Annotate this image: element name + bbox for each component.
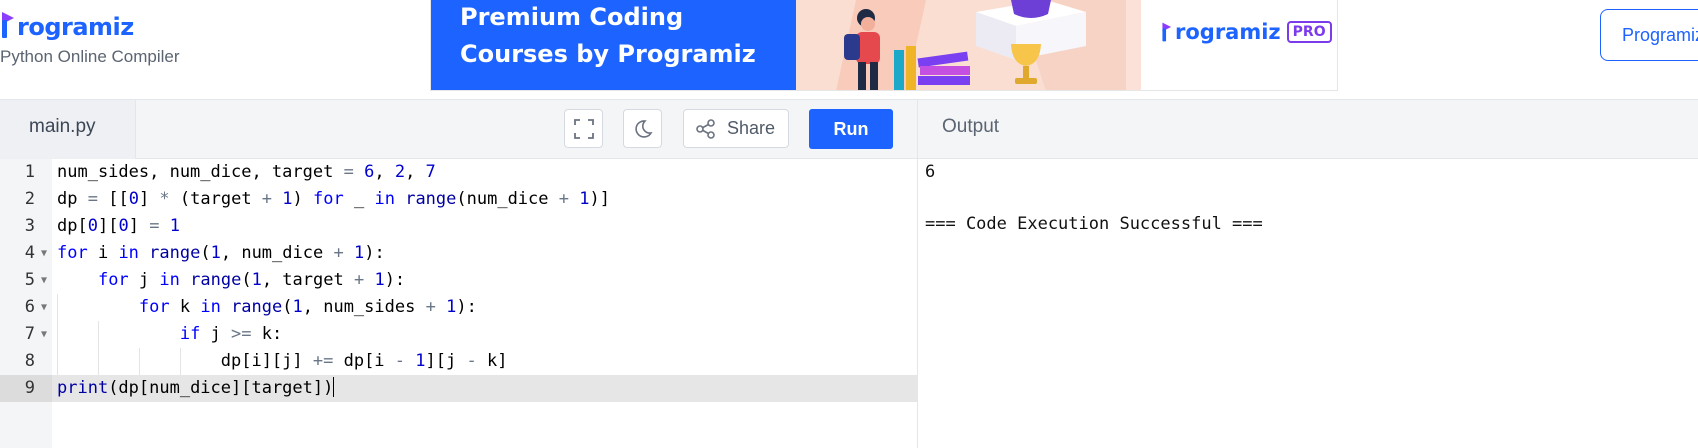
- banner-brand-panel: [1141, 0, 1337, 90]
- programiz-logo[interactable]: rogramiz: [0, 8, 134, 40]
- code-text: for j in range(1, target + 1):: [97, 270, 406, 290]
- fullscreen-button[interactable]: [564, 109, 603, 148]
- site-header: rogramiz Python Online Compiler Premium …: [0, 0, 1698, 100]
- code-line[interactable]: 6 ▼ for k in range(1, num_sides + 1):: [0, 294, 918, 321]
- code-text: for k in range(1, num_sides + 1):: [138, 297, 477, 317]
- banner-logo-mark-icon: [1162, 22, 1172, 42]
- code-line[interactable]: 3 dp[0][0] = 1: [0, 213, 918, 240]
- banner-headline-1: Premium Coding: [460, 3, 684, 31]
- tab-label: main.py: [29, 116, 96, 137]
- code-text: dp[i][j] += dp[i - 1][j - k]: [57, 351, 508, 371]
- code-line[interactable]: 2 dp = [[0] * (target + 1) for _ in rang…: [0, 186, 918, 213]
- code-line[interactable]: 8 dp[i][j] += dp[i - 1][j - k]: [0, 348, 918, 375]
- share-icon: [696, 118, 715, 139]
- code-line[interactable]: 7 ▼ if j >= k:: [0, 321, 918, 348]
- code-text: print(dp[num_dice][target]): [57, 377, 335, 398]
- line-number: 1: [24, 162, 35, 182]
- line-number: 6: [24, 297, 35, 317]
- code-line[interactable]: 5 ▼ for j in range(1, target + 1):: [0, 267, 918, 294]
- line-number: 9: [24, 378, 35, 398]
- fold-arrow-icon[interactable]: ▼: [41, 240, 47, 267]
- logo-mark-icon: [2, 12, 14, 38]
- fold-arrow-icon[interactable]: ▼: [41, 294, 47, 321]
- line-number: 2: [24, 189, 35, 209]
- editor-toolbar: main.py Share Run: [0, 100, 918, 159]
- fold-arrow-icon[interactable]: ▼: [41, 267, 47, 294]
- code-text: num_sides, num_dice, target = 6, 2, 7: [57, 162, 436, 182]
- banner-brand: rogramiz PRO: [1161, 20, 1332, 44]
- code-line[interactable]: 1 num_sides, num_dice, target = 6, 2, 7: [0, 159, 918, 186]
- code-text: dp[0][0] = 1: [57, 216, 180, 236]
- line-number: 7: [24, 324, 35, 344]
- share-button[interactable]: Share: [683, 109, 789, 148]
- line-number: 8: [24, 351, 35, 371]
- banner-brand-text: rogramiz: [1175, 20, 1281, 44]
- compiler-subtitle: Python Online Compiler: [0, 47, 180, 66]
- banner-illustration-icon: [796, 0, 1126, 90]
- theme-toggle-button[interactable]: [623, 109, 662, 148]
- promo-banner[interactable]: Premium Coding Courses by Programiz rogr…: [430, 0, 1338, 91]
- run-button[interactable]: Run: [809, 109, 893, 149]
- line-number: 4: [24, 243, 35, 263]
- output-title: Output: [942, 116, 1000, 137]
- programiz-pro-button[interactable]: Programiz: [1600, 9, 1698, 61]
- text-cursor: [333, 377, 335, 397]
- code-line[interactable]: 4 ▼ for i in range(1, num_dice + 1):: [0, 240, 918, 267]
- share-label: Share: [727, 118, 776, 138]
- banner-headline-2: Courses by Programiz: [460, 40, 756, 68]
- output-panel[interactable]: 6 === Code Execution Successful ===: [918, 159, 1698, 448]
- code-text: if j >= k:: [179, 324, 283, 344]
- moon-icon: [634, 119, 653, 138]
- logo-text: rogramiz: [17, 13, 134, 41]
- code-text: dp = [[0] * (target + 1) for _ in range(…: [57, 189, 610, 209]
- code-editor[interactable]: 1 num_sides, num_dice, target = 6, 2, 7 …: [0, 159, 918, 448]
- line-number: 5: [24, 270, 35, 290]
- tab-main-py[interactable]: main.py: [0, 100, 136, 159]
- fold-arrow-icon[interactable]: ▼: [41, 321, 47, 348]
- output-toolbar: Output: [918, 100, 1698, 159]
- fullscreen-icon: [573, 118, 594, 139]
- line-number: 3: [24, 216, 35, 236]
- code-text: for i in range(1, num_dice + 1):: [57, 243, 385, 263]
- output-status-line: === Code Execution Successful ===: [925, 214, 1263, 234]
- pro-badge: PRO: [1286, 21, 1332, 43]
- output-line: 6: [925, 162, 936, 182]
- banner-text-panel: Premium Coding Courses by Programiz: [431, 0, 796, 90]
- code-line-active[interactable]: 9 print(dp[num_dice][target]): [0, 375, 918, 402]
